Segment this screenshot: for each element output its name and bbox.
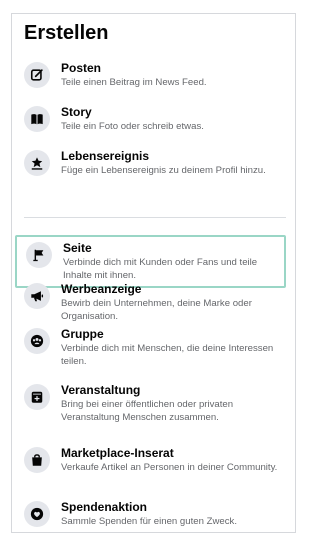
menu-item-label: Marketplace-Inserat bbox=[61, 446, 174, 460]
menu-item-label: Posten bbox=[61, 61, 102, 75]
menu-item-label: Gruppe bbox=[61, 327, 104, 341]
menu-item-ad[interactable]: Werbeanzeige Bewirb dein Unternehmen, de… bbox=[15, 278, 286, 327]
menu-item-marketplace-listing[interactable]: Marketplace-Inserat Verkaufe Artikel an … bbox=[15, 442, 286, 479]
menu-item-fundraiser[interactable]: Spendenaktion Sammle Spenden für einen g… bbox=[15, 496, 286, 533]
menu-item-group[interactable]: Gruppe Verbinde dich mit Menschen, die d… bbox=[15, 323, 286, 372]
menu-item-event[interactable]: Veranstaltung Bring bei einer öffentlich… bbox=[15, 379, 286, 428]
menu-item-description: Füge ein Lebensereignis zu deinem Profil… bbox=[61, 165, 266, 176]
create-menu-panel: Erstellen Posten Teile einen Beitrag im … bbox=[11, 13, 296, 533]
heart-hand-icon bbox=[24, 501, 50, 527]
menu-item-label: Lebensereignis bbox=[61, 149, 150, 163]
menu-title: Erstellen bbox=[24, 22, 109, 44]
compose-icon bbox=[24, 62, 50, 88]
calendar-plus-icon bbox=[24, 384, 50, 410]
section-divider bbox=[24, 217, 286, 218]
menu-item-description: Sammle Spenden für einen guten Zweck. bbox=[61, 516, 237, 527]
menu-item-description: Verbinde dich mit Menschen, die deine In… bbox=[61, 343, 274, 367]
menu-item-description: Teile ein Foto oder schreib etwas. bbox=[61, 121, 204, 132]
menu-item-label: Seite bbox=[63, 241, 92, 255]
menu-item-label: Story bbox=[61, 105, 92, 119]
star-award-icon bbox=[24, 150, 50, 176]
menu-item-label: Veranstaltung bbox=[61, 383, 141, 397]
menu-item-story[interactable]: Story Teile ein Foto oder schreib etwas. bbox=[15, 101, 286, 138]
group-icon bbox=[24, 328, 50, 354]
menu-item-life-event[interactable]: Lebensereignis Füge ein Lebensereignis z… bbox=[15, 145, 286, 182]
flag-icon bbox=[26, 242, 52, 268]
megaphone-icon bbox=[24, 283, 50, 309]
shopping-bag-icon bbox=[24, 447, 50, 473]
menu-item-description: Bring bei einer öffentlichen oder privat… bbox=[61, 399, 234, 423]
menu-item-description: Bewirb dein Unternehmen, deine Marke ode… bbox=[61, 298, 252, 322]
menu-item-description: Teile einen Beitrag im News Feed. bbox=[61, 77, 207, 88]
book-icon bbox=[24, 106, 50, 132]
menu-item-description: Verkaufe Artikel an Personen in deiner C… bbox=[61, 462, 278, 473]
menu-item-post[interactable]: Posten Teile einen Beitrag im News Feed. bbox=[15, 57, 286, 94]
menu-item-label: Werbeanzeige bbox=[61, 282, 142, 296]
menu-item-label: Spendenaktion bbox=[61, 500, 148, 514]
